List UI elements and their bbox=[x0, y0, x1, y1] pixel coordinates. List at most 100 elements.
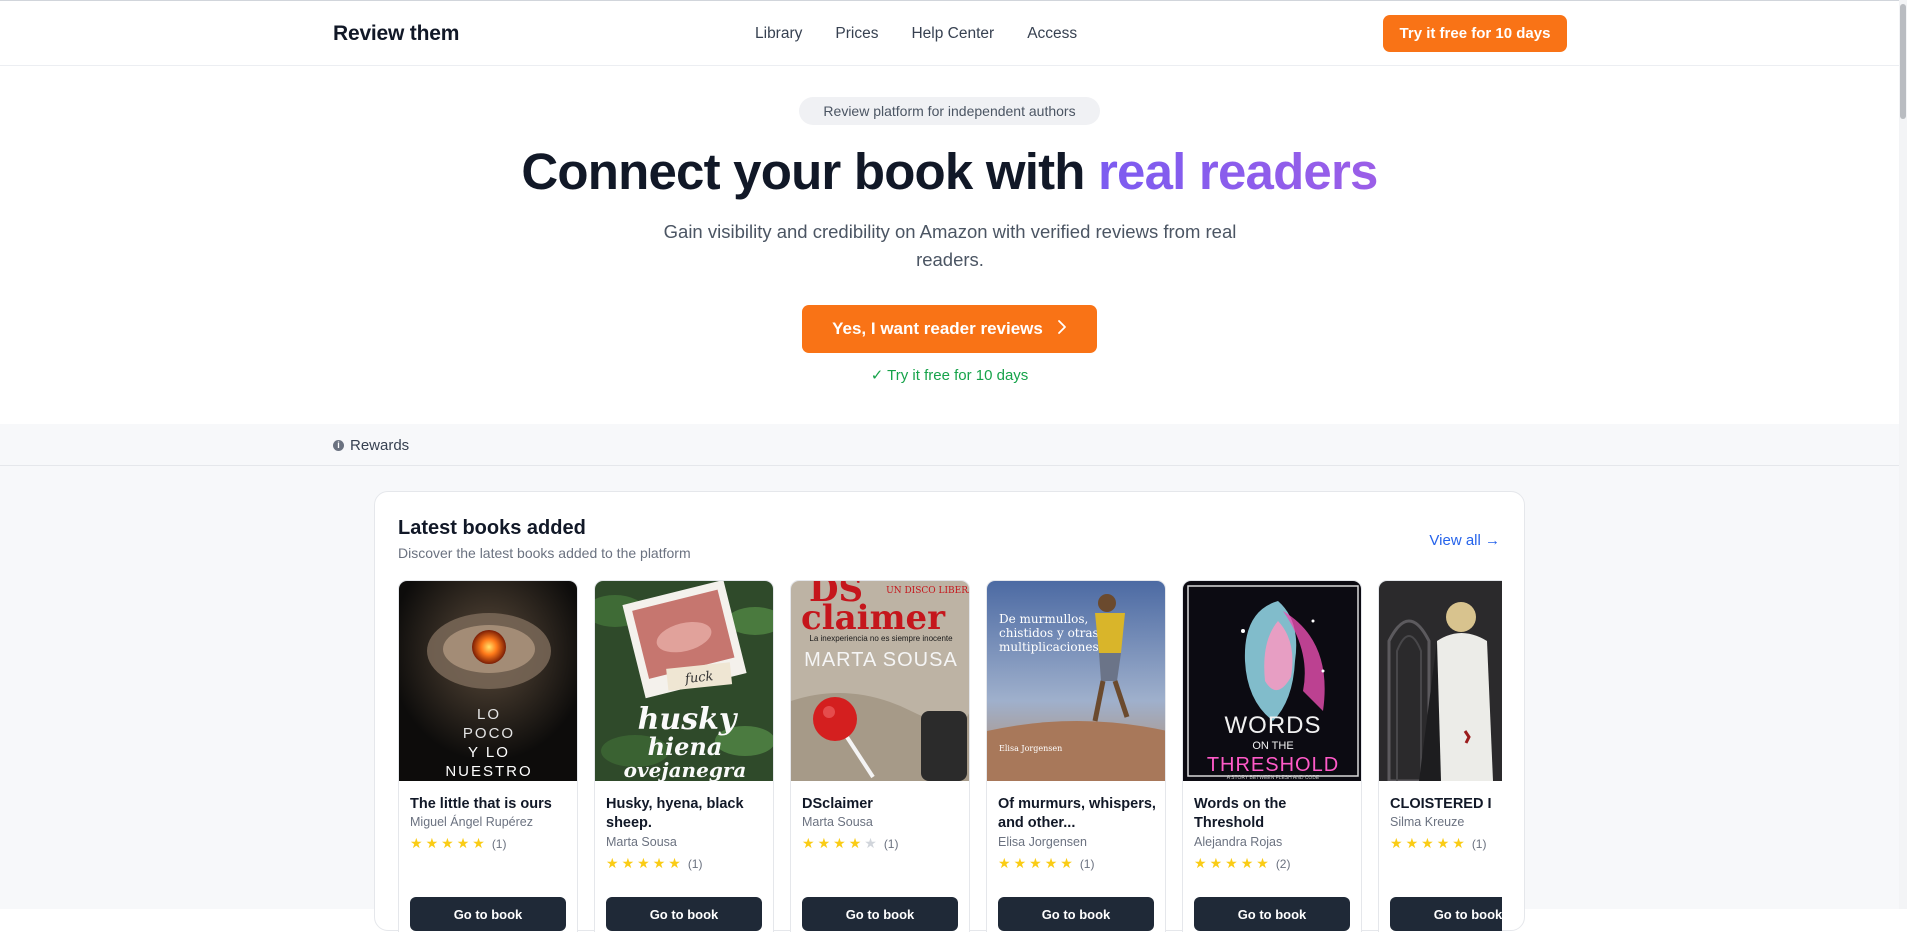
book-title[interactable]: DSclaimer bbox=[802, 795, 962, 814]
book-card[interactable]: De murmullos, chistidos y otras multipli… bbox=[986, 580, 1166, 932]
review-count: (1) bbox=[883, 836, 899, 851]
star-rating: ★ ★ ★ ★ ★ (1) bbox=[1390, 835, 1486, 852]
brand-logo[interactable]: Review them bbox=[333, 22, 459, 46]
want-reviews-button-label: Yes, I want reader reviews bbox=[832, 319, 1043, 338]
cover-text: POCO bbox=[463, 725, 515, 742]
book-author: Marta Sousa bbox=[606, 835, 677, 849]
nav-link-access[interactable]: Access bbox=[1027, 25, 1077, 43]
book-card[interactable]: UN DISCO LIBERADOR DS claimer La inexper… bbox=[790, 580, 970, 932]
cover-text: Elisa Jorgensen bbox=[999, 744, 1062, 753]
book-author: Alejandra Rojas bbox=[1194, 835, 1283, 849]
book-card[interactable]: CLOISTERED I Silma Kreuze ★ ★ ★ ★ ★ (1) Go t… bbox=[1378, 580, 1502, 932]
main-nav: Library Prices Help Center Access bbox=[755, 25, 1077, 43]
go-to-book-button[interactable]: Go to book bbox=[606, 897, 762, 931]
go-to-book-button[interactable]: Go to book bbox=[998, 897, 1154, 931]
book-cover: De murmullos, chistidos y otras multipli… bbox=[987, 581, 1165, 781]
star-icon: ★ bbox=[1256, 855, 1269, 871]
star-icon: ★ bbox=[1436, 835, 1450, 851]
book-title[interactable]: Of murmurs, whispers, and other... bbox=[998, 795, 1158, 833]
star-icon: ★ bbox=[425, 835, 439, 851]
book-cover: UN DISCO LIBERADOR DS claimer La inexper… bbox=[791, 581, 969, 781]
cover-text: NUESTRO bbox=[445, 763, 532, 780]
view-all-link[interactable]: View all → bbox=[1429, 532, 1500, 549]
book-cover: WORDS ON THE THRESHOLD A STORY BETWEEN F… bbox=[1183, 581, 1361, 781]
star-icon: ★ bbox=[833, 835, 846, 851]
latest-books-panel: Latest books added Discover the latest b… bbox=[374, 491, 1525, 932]
star-icon: ★ bbox=[1013, 855, 1027, 871]
star-icon: ★ bbox=[621, 855, 635, 871]
star-icon: ★ bbox=[456, 835, 470, 851]
star-icon: ★ bbox=[1209, 855, 1223, 871]
cover-text: claimer bbox=[801, 598, 946, 638]
star-icon: ★ bbox=[1405, 835, 1419, 851]
book-title[interactable]: The little that is ours bbox=[410, 795, 570, 814]
cover-text: fuck bbox=[683, 669, 714, 687]
star-icon: ★ bbox=[1225, 855, 1238, 871]
review-count: (1) bbox=[491, 836, 507, 851]
cover-text: ON THE bbox=[1252, 740, 1293, 752]
free-trial-button[interactable]: Try it free for 10 days bbox=[1383, 15, 1567, 52]
star-icon: ★ bbox=[848, 835, 862, 851]
cover-text: LO bbox=[477, 706, 501, 723]
book-author: Miguel Ángel Rupérez bbox=[410, 815, 533, 829]
go-to-book-button[interactable]: Go to book bbox=[410, 897, 566, 931]
nav-link-library[interactable]: Library bbox=[755, 25, 802, 43]
latest-books-title: Latest books added bbox=[398, 517, 586, 539]
book-card[interactable]: fuck husky hiena ovejanegra Husky, hyena… bbox=[594, 580, 774, 932]
star-icon: ★ bbox=[802, 835, 815, 851]
books-section: i Rewards Latest books added Discover th… bbox=[0, 424, 1899, 932]
cover-text: A STORY BETWEEN FLESH AND CODE bbox=[1227, 775, 1320, 781]
nav-link-prices[interactable]: Prices bbox=[835, 25, 878, 43]
cover-text: MARTA SOUSA bbox=[804, 649, 958, 671]
book-cover bbox=[1379, 581, 1502, 781]
star-rating: ★ ★ ★ ★ ★ (1) bbox=[998, 855, 1094, 872]
book-card[interactable]: LO POCO Y LO NUESTRO The little that is … bbox=[398, 580, 578, 932]
star-icon: ★ bbox=[1390, 835, 1403, 851]
rewards-label[interactable]: Rewards bbox=[350, 437, 409, 454]
star-icon: ★ bbox=[668, 855, 681, 871]
page-scrollbar[interactable] bbox=[1899, 0, 1907, 909]
hero-subtitle: Gain visibility and credibility on Amazo… bbox=[663, 221, 1237, 270]
hero-title: Connect your book with real readers bbox=[0, 142, 1899, 201]
chevron-right-icon bbox=[1057, 319, 1067, 340]
star-icon: ★ bbox=[652, 855, 666, 871]
star-icon: ★ bbox=[606, 855, 619, 871]
cover-text: Y LO bbox=[468, 744, 510, 761]
star-icon: ★ bbox=[1240, 855, 1254, 871]
scrollbar-thumb[interactable] bbox=[1900, 4, 1906, 119]
review-count: (1) bbox=[1471, 836, 1487, 851]
rewards-bar: i Rewards bbox=[0, 424, 1899, 466]
trial-note: ✓ Try it free for 10 days bbox=[870, 367, 1029, 384]
star-icon: ★ bbox=[1060, 855, 1073, 871]
review-count: (1) bbox=[1079, 856, 1095, 871]
cover-text: ovejanegra bbox=[624, 758, 747, 781]
want-reviews-button[interactable]: Yes, I want reader reviews bbox=[802, 305, 1097, 353]
cover-text: WORDS bbox=[1225, 712, 1322, 739]
hero-title-main: Connect your book with bbox=[521, 143, 1098, 200]
star-icon: ★ bbox=[1421, 835, 1434, 851]
cover-text: THRESHOLD bbox=[1207, 754, 1339, 776]
book-title[interactable]: CLOISTERED I bbox=[1390, 795, 1502, 814]
books-carousel[interactable]: LO POCO Y LO NUESTRO The little that is … bbox=[398, 580, 1502, 932]
review-count: (2) bbox=[1275, 856, 1291, 871]
cover-text: hiena bbox=[648, 732, 723, 761]
hero-title-accent: real readers bbox=[1097, 143, 1378, 200]
book-title[interactable]: Husky, hyena, black sheep. bbox=[606, 795, 766, 833]
star-icon: ★ bbox=[817, 835, 831, 851]
review-count: (1) bbox=[687, 856, 703, 871]
book-card[interactable]: WORDS ON THE THRESHOLD A STORY BETWEEN F… bbox=[1182, 580, 1362, 932]
star-icon: ★ bbox=[441, 835, 454, 851]
star-rating: ★ ★ ★ ★ ★ (1) bbox=[802, 835, 898, 852]
go-to-book-button[interactable]: Go to book bbox=[802, 897, 958, 931]
star-empty-icon: ★ bbox=[864, 835, 877, 851]
go-to-book-button[interactable]: Go to book bbox=[1390, 897, 1502, 931]
top-navbar: Review them Library Prices Help Center A… bbox=[0, 0, 1907, 66]
go-to-book-button[interactable]: Go to book bbox=[1194, 897, 1350, 931]
star-icon: ★ bbox=[410, 835, 423, 851]
star-icon: ★ bbox=[1452, 835, 1465, 851]
star-icon: ★ bbox=[1029, 855, 1042, 871]
star-rating: ★ ★ ★ ★ ★ (1) bbox=[410, 835, 506, 852]
book-title[interactable]: Words on the Threshold bbox=[1194, 795, 1354, 833]
book-cover: fuck husky hiena ovejanegra bbox=[595, 581, 773, 781]
nav-link-help-center[interactable]: Help Center bbox=[911, 25, 994, 43]
